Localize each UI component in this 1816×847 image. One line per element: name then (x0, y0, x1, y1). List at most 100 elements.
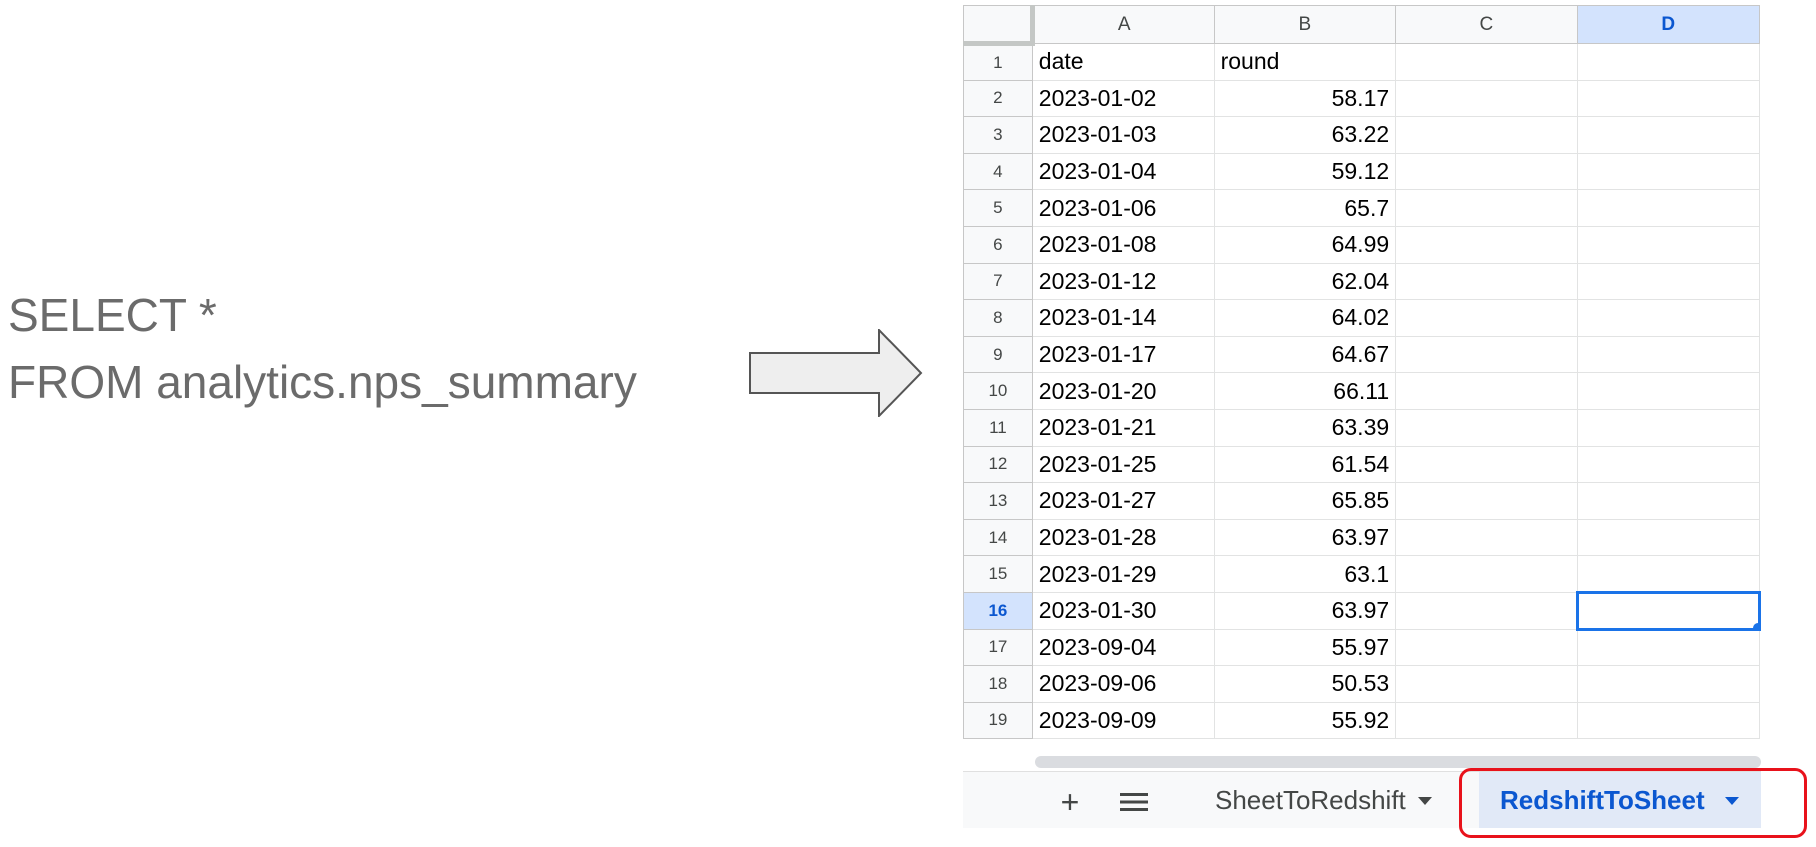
selected-cell-d[interactable] (1575, 590, 1761, 631)
cell-c[interactable] (1395, 591, 1578, 630)
cell-d[interactable] (1576, 43, 1761, 81)
cell-b[interactable]: 63.97 (1213, 518, 1397, 557)
cell-d[interactable] (1576, 262, 1761, 301)
cell-d[interactable] (1576, 372, 1761, 410)
cell-d[interactable] (1576, 152, 1761, 191)
cell-c[interactable] (1395, 299, 1578, 337)
row-header[interactable]: 8 (963, 299, 1033, 337)
row-header[interactable]: 15 (963, 555, 1033, 593)
cell-a[interactable]: 2023-01-29 (1031, 555, 1215, 593)
cell-c[interactable] (1395, 335, 1578, 374)
cell-b[interactable]: 62.04 (1213, 262, 1397, 301)
cell-d[interactable] (1576, 628, 1761, 667)
cell-a[interactable]: 2023-01-06 (1031, 189, 1215, 227)
row-header[interactable]: 14 (963, 518, 1033, 557)
cell-c[interactable] (1395, 189, 1578, 227)
cell-b[interactable]: 66.11 (1213, 372, 1397, 410)
cell-b[interactable]: 63.39 (1213, 408, 1397, 447)
cell-a[interactable]: 2023-01-02 (1031, 79, 1215, 118)
cell-c[interactable] (1395, 225, 1578, 264)
row-header[interactable]: 18 (963, 665, 1033, 703)
cell-b[interactable]: 65.7 (1213, 189, 1397, 227)
cell-a[interactable]: 2023-01-03 (1031, 116, 1215, 154)
row-header[interactable]: 10 (963, 372, 1033, 410)
cell-b[interactable]: 59.12 (1213, 152, 1397, 191)
cell-d[interactable] (1576, 555, 1761, 593)
cell-a[interactable]: 2023-01-27 (1031, 482, 1215, 520)
cell-d[interactable] (1576, 189, 1761, 227)
cell-d[interactable] (1576, 701, 1761, 740)
row-header[interactable]: 5 (963, 189, 1033, 227)
cell-a[interactable]: 2023-01-28 (1031, 518, 1215, 557)
cell-a[interactable]: 2023-01-20 (1031, 372, 1215, 410)
cell-c[interactable] (1395, 79, 1578, 118)
cell-d[interactable] (1576, 225, 1761, 264)
cell-d[interactable] (1576, 408, 1761, 447)
cell-b[interactable]: 58.17 (1213, 79, 1397, 118)
cell-b[interactable]: 63.97 (1213, 591, 1397, 630)
row-header[interactable]: 19 (963, 701, 1033, 740)
all-sheets-button[interactable] (1114, 782, 1154, 822)
cell-a[interactable]: 2023-01-14 (1031, 299, 1215, 337)
row-header[interactable]: 4 (963, 152, 1033, 191)
column-header-b[interactable]: B (1213, 5, 1397, 44)
cell-c[interactable] (1395, 445, 1578, 484)
cell-a[interactable]: 2023-01-17 (1031, 335, 1215, 374)
cell-c[interactable] (1395, 665, 1578, 703)
cell-a[interactable]: 2023-01-30 (1031, 591, 1215, 630)
cell-b[interactable]: 64.99 (1213, 225, 1397, 264)
row-header[interactable]: 6 (963, 225, 1033, 264)
row-header[interactable]: 11 (963, 408, 1033, 447)
cell-b[interactable]: 64.67 (1213, 335, 1397, 374)
cell-a[interactable]: date (1031, 43, 1215, 81)
cell-b[interactable]: 63.22 (1213, 116, 1397, 154)
cell-d[interactable] (1576, 79, 1761, 118)
cell-c[interactable] (1395, 116, 1578, 154)
cell-a[interactable]: 2023-01-08 (1031, 225, 1215, 264)
row-header[interactable]: 1 (963, 43, 1033, 81)
row-header[interactable]: 16 (963, 591, 1033, 630)
cell-c[interactable] (1395, 701, 1578, 740)
cell-a[interactable]: 2023-01-04 (1031, 152, 1215, 191)
column-header-a[interactable]: A (1031, 5, 1215, 44)
cell-b[interactable]: round (1213, 43, 1397, 81)
cell-b[interactable]: 61.54 (1213, 445, 1397, 484)
cell-b[interactable]: 50.53 (1213, 665, 1397, 703)
cell-a[interactable]: 2023-09-04 (1031, 628, 1215, 667)
select-all-corner[interactable] (963, 5, 1035, 46)
cell-a[interactable]: 2023-01-21 (1031, 408, 1215, 447)
cell-c[interactable] (1395, 555, 1578, 593)
cell-c[interactable] (1395, 408, 1578, 447)
row-header[interactable]: 7 (963, 262, 1033, 301)
cell-d[interactable] (1576, 445, 1761, 484)
cell-c[interactable] (1395, 372, 1578, 410)
column-header-d[interactable]: D (1576, 5, 1761, 44)
add-sheet-button[interactable]: + (1050, 782, 1090, 822)
cell-c[interactable] (1395, 43, 1578, 81)
cell-b[interactable]: 65.85 (1213, 482, 1397, 520)
cell-a[interactable]: 2023-09-06 (1031, 665, 1215, 703)
cell-c[interactable] (1395, 628, 1578, 667)
cell-d[interactable] (1576, 665, 1761, 703)
tab-sheettoredshift[interactable]: SheetToRedshift (1215, 772, 1432, 828)
row-header[interactable]: 17 (963, 628, 1033, 667)
cell-a[interactable]: 2023-01-12 (1031, 262, 1215, 301)
column-header-c[interactable]: C (1395, 5, 1578, 44)
row-header[interactable]: 3 (963, 116, 1033, 154)
cell-d[interactable] (1576, 116, 1761, 154)
cell-c[interactable] (1395, 482, 1578, 520)
cell-d[interactable] (1576, 335, 1761, 374)
row-header[interactable]: 9 (963, 335, 1033, 374)
cell-a[interactable]: 2023-09-09 (1031, 701, 1215, 740)
row-header[interactable]: 12 (963, 445, 1033, 484)
cell-d[interactable] (1576, 299, 1761, 337)
row-header[interactable]: 2 (963, 79, 1033, 118)
cell-c[interactable] (1395, 152, 1578, 191)
cell-d[interactable] (1576, 482, 1761, 520)
cell-d[interactable] (1576, 518, 1761, 557)
cell-c[interactable] (1395, 518, 1578, 557)
chevron-down-icon[interactable] (1417, 796, 1432, 805)
cell-b[interactable]: 63.1 (1213, 555, 1397, 593)
cell-a[interactable]: 2023-01-25 (1031, 445, 1215, 484)
fill-handle[interactable] (1752, 621, 1757, 627)
